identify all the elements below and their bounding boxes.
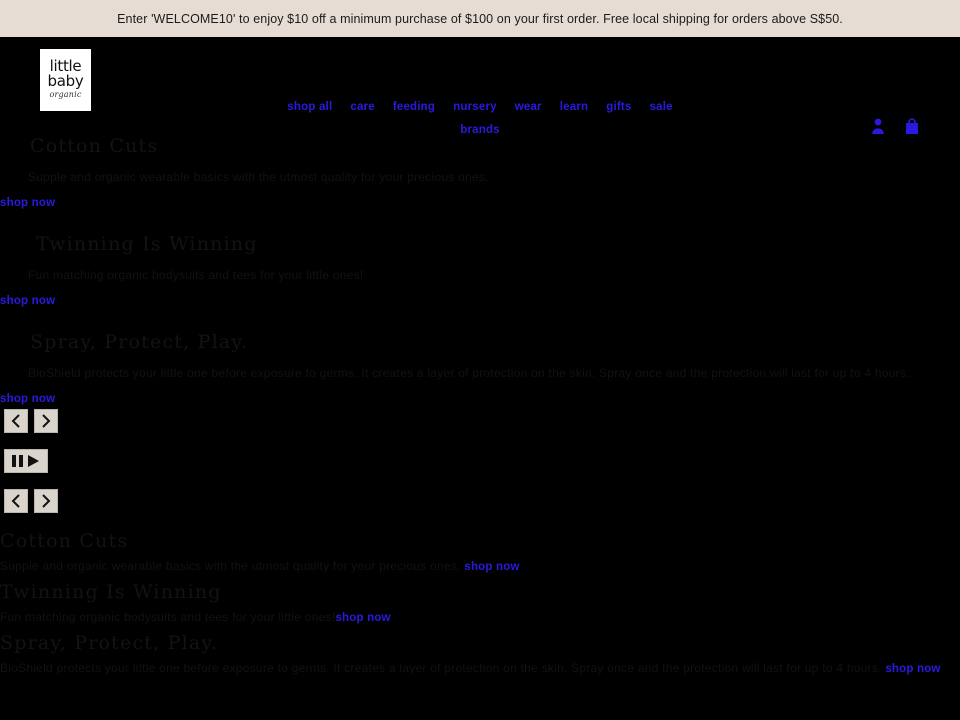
header-actions	[870, 117, 920, 135]
announcement-bar: Enter 'WELCOME10' to enjoy $10 off a min…	[0, 0, 960, 37]
nav-item-learn[interactable]: learn	[560, 96, 589, 118]
logo-line-organic: organic	[49, 90, 82, 99]
fallback-paragraph: BioShield protects your little one befor…	[0, 657, 960, 680]
carousel-previous-button[interactable]	[4, 409, 28, 433]
chevron-left-icon	[11, 494, 20, 508]
fallback-title-cotton-cuts: Cotton Cuts	[0, 530, 129, 552]
site-header: little baby organic shop all care feeding n…	[0, 37, 960, 136]
nav-item-wear[interactable]: wear	[515, 96, 542, 118]
logo-line-baby: baby	[47, 72, 84, 90]
hero-slide-twinning: Twinning Is Winning Fun matching organic…	[0, 229, 960, 307]
hero-description: Fun matching organic bodysuits and tees …	[28, 268, 364, 282]
nav-item-gifts[interactable]: gifts	[606, 96, 631, 118]
slide-spacer	[0, 209, 960, 229]
hero-description: Supple and organic wearable basics with …	[28, 170, 489, 184]
nav-item-feeding[interactable]: feeding	[393, 96, 435, 118]
carousel-previous-button-secondary[interactable]	[4, 489, 28, 513]
carousel-arrow-row-top	[0, 409, 960, 433]
carousel-controls	[0, 405, 960, 513]
hero-slide-cotton-cuts: Cotton Cuts Supple and organic wearable …	[0, 131, 960, 209]
chevron-right-icon	[42, 414, 51, 428]
carousel-arrow-row-bottom	[0, 489, 960, 513]
chevron-right-icon	[42, 494, 51, 508]
fallback-title-twinning: Twinning Is Winning	[0, 581, 222, 603]
fallback-shop-now-link[interactable]: shop now	[885, 663, 940, 675]
controls-gap	[0, 473, 960, 489]
account-icon[interactable]	[870, 117, 886, 135]
nav-item-nursery[interactable]: nursery	[453, 96, 497, 118]
slide-spacer	[0, 307, 960, 327]
fallback-shop-now-link[interactable]: shop now	[335, 612, 390, 624]
hero-slide-spray-protect-play: Spray, Protect, Play. BioShield protects…	[0, 327, 960, 405]
play-icon	[28, 455, 39, 467]
pause-icon	[12, 455, 23, 467]
fallback-paragraph: Supple and organic wearable basics with …	[0, 555, 960, 578]
controls-gap	[0, 433, 960, 449]
carousel-playback-row	[0, 449, 960, 473]
hero-description: BioShield protects your little one befor…	[28, 366, 910, 380]
cart-icon[interactable]	[904, 117, 920, 135]
nav-item-shop-all[interactable]: shop all	[287, 96, 332, 118]
hero-shop-now-link[interactable]: shop now	[0, 187, 960, 209]
carousel-pause-play-button[interactable]	[4, 449, 48, 473]
fallback-description: Fun matching organic bodysuits and tees …	[0, 610, 336, 624]
hero-shop-now-link[interactable]: shop now	[0, 285, 960, 307]
main-navigation: shop all care feeding nursery wear learn gifts…	[250, 95, 710, 141]
hero-title: Spray, Protect, Play.	[30, 331, 249, 353]
chevron-left-icon	[11, 414, 20, 428]
carousel-next-button-secondary[interactable]	[34, 489, 58, 513]
fallback-content-block: Cotton Cuts Supple and organic wearable …	[0, 513, 960, 680]
hero-slideshow: Cotton Cuts Supple and organic wearable …	[0, 123, 960, 513]
fallback-shop-now-link[interactable]: shop now	[464, 561, 519, 573]
nav-item-brands[interactable]: brands	[460, 119, 500, 141]
fallback-description: BioShield protects your little one befor…	[0, 661, 882, 675]
fallback-title-spray-protect-play: Spray, Protect, Play.	[0, 632, 219, 654]
hero-shop-now-link[interactable]: shop now	[0, 383, 960, 405]
announcement-text: Enter 'WELCOME10' to enjoy $10 off a min…	[117, 11, 843, 26]
fallback-paragraph: Fun matching organic bodysuits and tees …	[0, 606, 960, 629]
nav-item-care[interactable]: care	[350, 96, 374, 118]
site-logo[interactable]: little baby organic	[40, 49, 91, 111]
nav-item-sale[interactable]: sale	[650, 96, 673, 118]
fallback-description: Supple and organic wearable basics with …	[0, 559, 461, 573]
hero-title: Twinning Is Winning	[36, 233, 258, 255]
carousel-next-button[interactable]	[34, 409, 58, 433]
